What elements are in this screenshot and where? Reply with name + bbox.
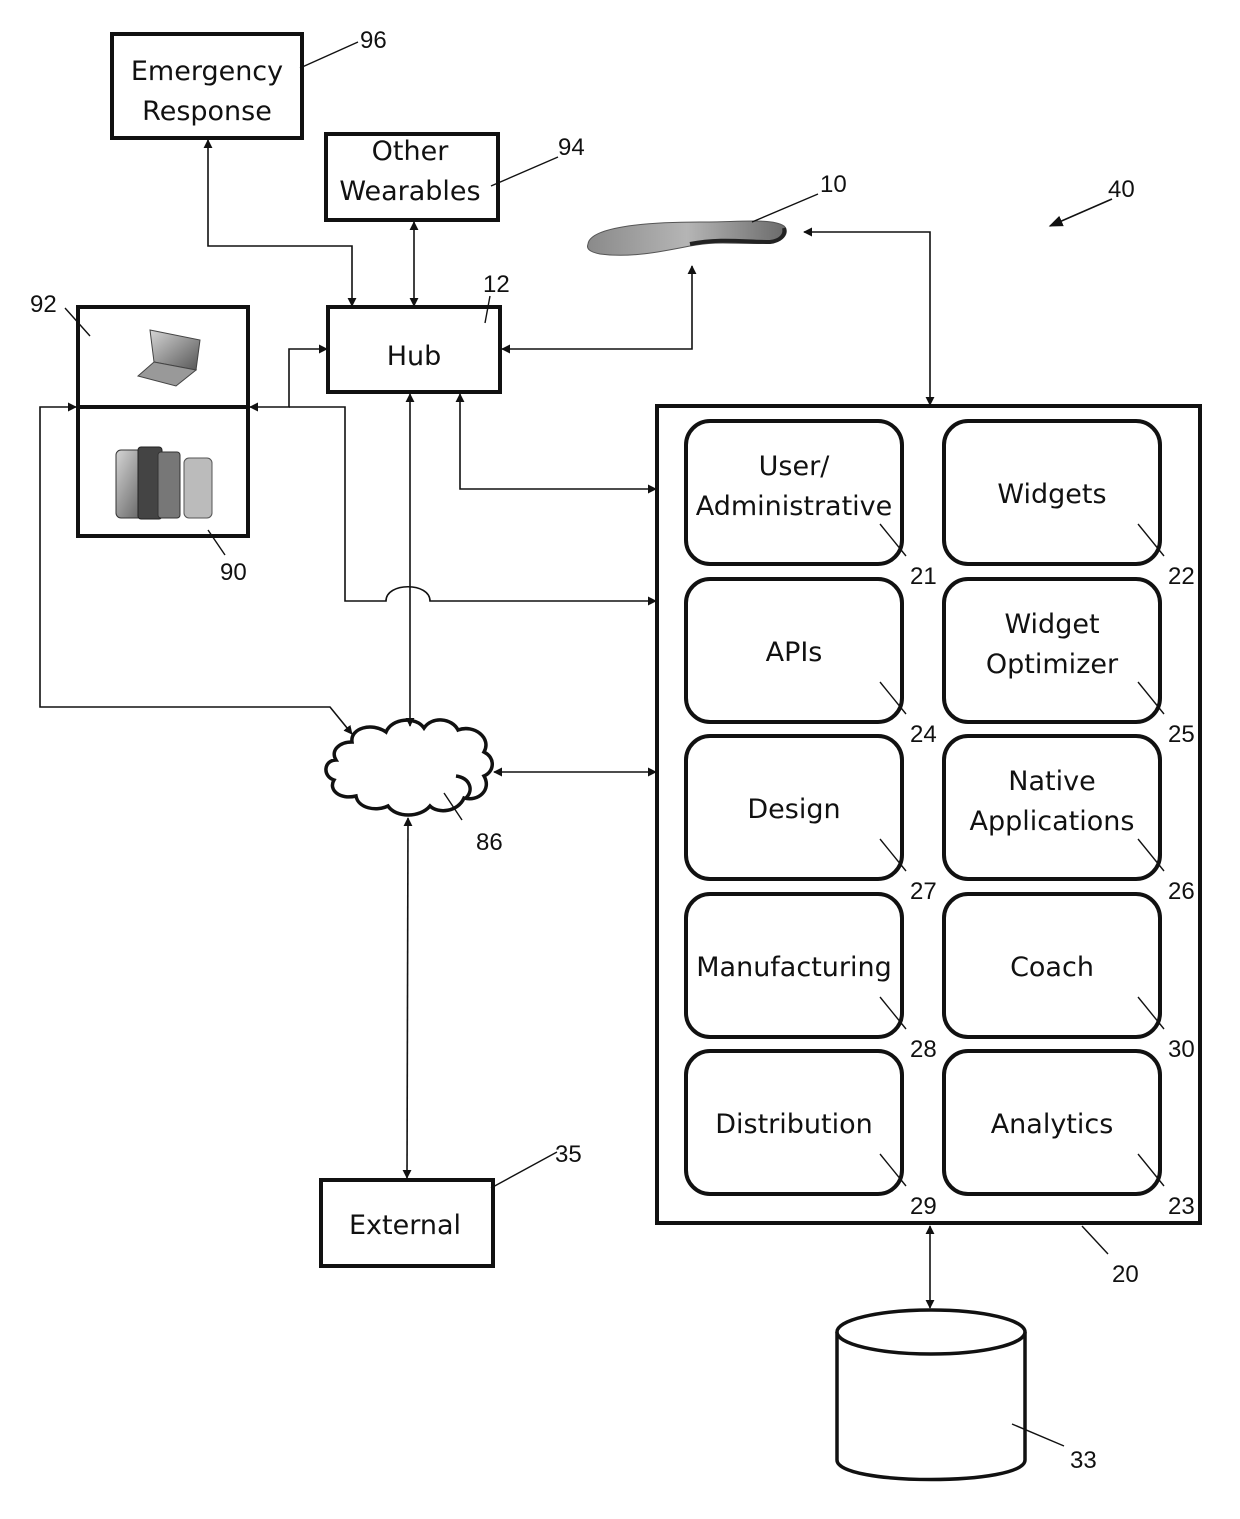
emergency-response-label-line1: Emergency bbox=[131, 56, 283, 87]
ref-number-90: 90 bbox=[220, 559, 247, 586]
module-label-line2: Optimizer bbox=[986, 649, 1119, 680]
module-label: Design bbox=[747, 794, 840, 825]
ref-number-40: 40 bbox=[1108, 176, 1135, 203]
module-label: APIs bbox=[766, 637, 823, 668]
ref-number-12: 12 bbox=[483, 271, 510, 298]
ref-number-21: 21 bbox=[910, 563, 937, 590]
module-label: Coach bbox=[1010, 952, 1094, 983]
leader-line-20 bbox=[1081, 1225, 1109, 1255]
module-label-line1: User/ bbox=[759, 451, 831, 482]
system-diagram: Emergency Response 96 Other Wearables 94… bbox=[30, 27, 1202, 1482]
module-label-line1: Widget bbox=[1004, 609, 1099, 640]
other-wearables-label-line1: Other bbox=[372, 136, 450, 167]
ref-number-22: 22 bbox=[1168, 563, 1195, 590]
connector-hub-platform bbox=[455, 393, 657, 494]
leader-line-35 bbox=[490, 1151, 558, 1189]
connector-hub-insole bbox=[501, 265, 697, 354]
leader-line-96 bbox=[299, 41, 359, 69]
hub-box: Hub bbox=[326, 305, 502, 394]
insole-icon bbox=[587, 220, 787, 256]
ref-number-10: 10 bbox=[820, 171, 847, 198]
hub-label: Hub bbox=[387, 341, 442, 372]
ref-number-94: 94 bbox=[558, 134, 585, 161]
ref-number-96: 96 bbox=[360, 27, 387, 54]
external-label: External bbox=[349, 1210, 461, 1241]
module-label-line1: Native bbox=[1008, 766, 1095, 797]
module-label-line2: Applications bbox=[970, 806, 1135, 837]
ref-number-25: 25 bbox=[1168, 721, 1195, 748]
connector-devices-platform bbox=[289, 406, 657, 606]
ref-number-33: 33 bbox=[1070, 1447, 1097, 1474]
ref-number-29: 29 bbox=[910, 1193, 937, 1220]
connector-devices-hub bbox=[249, 344, 328, 412]
module-label-line2: Administrative bbox=[696, 491, 893, 522]
other-wearables-box: Other Wearables bbox=[324, 132, 500, 222]
ref-number-27: 27 bbox=[910, 878, 937, 905]
database-cylinder-icon bbox=[835, 1308, 1027, 1482]
ref-number-24: 24 bbox=[910, 721, 937, 748]
leader-line-94 bbox=[490, 156, 559, 187]
system-arrow-40 bbox=[1048, 198, 1113, 227]
module-label: Widgets bbox=[997, 479, 1106, 510]
cloud-icon bbox=[324, 718, 494, 817]
module-label: Manufacturing bbox=[696, 952, 892, 983]
module-label: Analytics bbox=[991, 1109, 1114, 1140]
emergency-response-label-line2: Response bbox=[142, 96, 272, 127]
ref-number-35: 35 bbox=[555, 1141, 582, 1168]
external-box: External bbox=[319, 1178, 495, 1268]
ref-number-30: 30 bbox=[1168, 1036, 1195, 1063]
ref-number-20: 20 bbox=[1112, 1261, 1139, 1288]
other-wearables-label-line2: Wearables bbox=[339, 176, 480, 207]
ref-number-86: 86 bbox=[476, 829, 503, 856]
module-label: Distribution bbox=[715, 1109, 873, 1140]
ref-number-23: 23 bbox=[1168, 1193, 1195, 1220]
ref-number-92: 92 bbox=[30, 291, 57, 318]
ref-number-28: 28 bbox=[910, 1036, 937, 1063]
connector-cloud-external bbox=[402, 817, 413, 1179]
emergency-response-box: Emergency Response bbox=[110, 32, 304, 140]
connector-insole-platform bbox=[803, 227, 935, 406]
mobile-phones-icon bbox=[115, 446, 213, 520]
ref-number-26: 26 bbox=[1168, 878, 1195, 905]
leader-line-10 bbox=[751, 193, 819, 223]
